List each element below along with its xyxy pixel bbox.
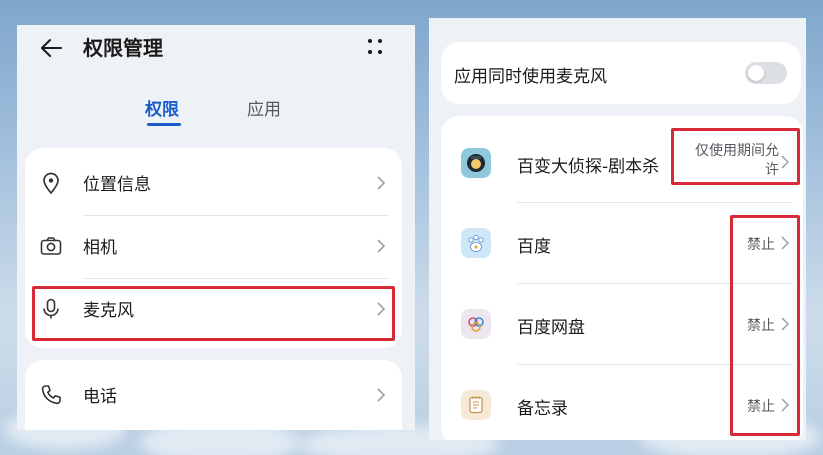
detective-app-icon [461,148,491,178]
chevron-right-icon [781,317,790,331]
chevron-right-icon [781,236,790,250]
tab-apps[interactable]: 应用 [247,95,281,120]
baidu-netdisk-icon [461,309,491,339]
permission-manager-screen: 权限管理 权限 应用 位置信息 相机 麦克风 电话 [17,25,415,430]
tab-bar: 权限 应用 [17,95,415,135]
permission-item-phone[interactable]: 电话 [25,364,402,426]
page-title: 权限管理 [83,36,163,60]
app-row-baidu-netdisk[interactable]: 百度网盘 禁止 [441,283,803,364]
permission-label: 麦克风 [83,301,134,321]
app-permission-status: 禁止 [747,399,775,415]
permission-item-microphone[interactable]: 麦克风 [25,278,402,340]
concurrent-mic-toggle[interactable] [745,62,787,84]
camera-icon [40,237,62,255]
app-name: 百变大侦探-剧本杀 [517,157,660,177]
location-pin-icon [43,172,59,195]
app-permission-status: 禁止 [747,318,775,334]
phone-icon [41,385,61,405]
concurrent-mic-label: 应用同时使用麦克风 [454,67,607,87]
active-tab-indicator [147,123,181,126]
permission-list-card: 电话 [25,360,402,430]
status-line: 许 [765,162,779,178]
permission-label: 位置信息 [83,175,151,195]
app-name: 百度网盘 [517,318,585,338]
chevron-right-icon [377,176,386,190]
permission-item-camera[interactable]: 相机 [25,215,402,277]
chevron-right-icon [377,302,386,316]
baidu-paw-icon [461,228,491,258]
app-permission-status: 禁止 [747,237,775,253]
app-permission-status: 仅使用期间允 许 [671,142,779,180]
app-name: 备忘录 [517,399,568,419]
app-row-detective[interactable]: 百变大侦探-剧本杀 仅使用期间允 许 [441,116,803,197]
chevron-right-icon [781,398,790,412]
app-permission-list: 百变大侦探-剧本杀 仅使用期间允 许 百度 禁止 百度网盘 禁止 备忘录 禁止 [441,116,803,440]
microphone-permission-screen: 应用同时使用麦克风 百变大侦探-剧本杀 仅使用期间允 许 百度 禁止 百度网盘 … [429,18,806,440]
chevron-right-icon [781,155,790,169]
microphone-icon [43,298,59,319]
chevron-right-icon [377,388,386,402]
toggle-knob [748,65,764,81]
app-row-baidu[interactable]: 百度 禁止 [441,202,803,283]
app-name: 百度 [517,237,551,257]
more-options-icon[interactable] [363,35,387,59]
permission-label: 电话 [83,387,117,407]
app-header: 权限管理 [17,25,415,75]
concurrent-mic-card: 应用同时使用麦克风 [441,42,801,104]
back-arrow-icon[interactable] [39,35,65,61]
permission-list-card: 位置信息 相机 麦克风 [25,148,402,348]
chevron-right-icon [377,239,386,253]
status-line: 仅使用期间允 [695,143,779,159]
tab-permissions[interactable]: 权限 [145,95,179,120]
permission-label: 相机 [83,238,117,258]
permission-item-location[interactable]: 位置信息 [25,152,402,214]
notepad-icon [461,390,491,420]
app-row-notepad[interactable]: 备忘录 禁止 [441,364,803,440]
